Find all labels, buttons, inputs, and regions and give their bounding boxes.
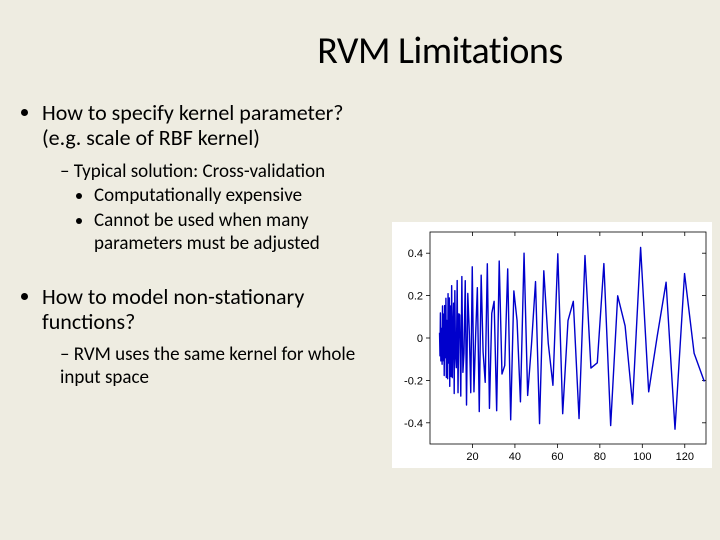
svg-text:20: 20 (466, 451, 478, 463)
bullet-q1-line2: (e.g. scale of RBF kernel) (42, 124, 260, 151)
bullet-q1-line1: How to specify kernel parameter? (42, 99, 344, 126)
chirp-chart: -0.4 -0.2 0 0.2 0.4 20 40 60 80 100 120 (392, 222, 712, 468)
subbullet-typical-solution: Typical solution: Cross-validation Compu… (60, 161, 400, 256)
svg-text:100: 100 (633, 451, 651, 463)
bullet-q1: How to specify kernel parameter? (e.g. s… (42, 100, 400, 256)
subbullet-same-kernel: RVM uses the same kernel for whole input… (60, 344, 400, 390)
svg-text:-0.4: -0.4 (404, 418, 423, 430)
subsub-cannot-adjust: Cannot be used when many parameters must… (94, 210, 400, 256)
svg-text:0: 0 (417, 333, 423, 345)
svg-text:0.2: 0.2 (408, 291, 423, 303)
svg-text:80: 80 (594, 451, 606, 463)
svg-text:-0.2: -0.2 (404, 375, 423, 387)
svg-text:120: 120 (676, 451, 694, 463)
bullet-q2: How to model non-stationary functions? R… (42, 284, 400, 390)
svg-text:40: 40 (509, 451, 521, 463)
svg-text:60: 60 (551, 451, 563, 463)
subsub-expensive: Computationally expensive (94, 185, 400, 208)
svg-text:0.4: 0.4 (408, 248, 423, 260)
slide-body: How to specify kernel parameter? (e.g. s… (20, 100, 400, 418)
slide-title: RVM Limitations (0, 0, 720, 74)
